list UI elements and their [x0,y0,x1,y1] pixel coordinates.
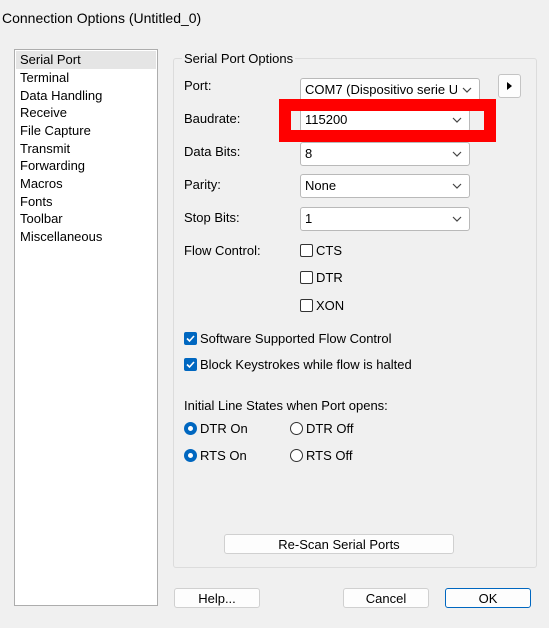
sidebar-item-file-capture[interactable]: File Capture [20,122,91,140]
sidebar-item-toolbar[interactable]: Toolbar [20,210,63,228]
radio-dot[interactable] [184,449,197,462]
sidebar-item-data-handling[interactable]: Data Handling [20,87,102,105]
dtr-label: DTR [316,270,343,285]
stop-bits-value: 1 [305,211,313,226]
checkbox-box[interactable] [184,358,197,371]
stop-bits-label: Stop Bits: [184,210,240,225]
sidebar-item-terminal[interactable]: Terminal [20,69,69,87]
sidebar-item-miscellaneous[interactable]: Miscellaneous [20,228,102,246]
dtr-on-label: DTR On [200,421,248,436]
sidebar-item-receive[interactable]: Receive [20,104,67,122]
help-button[interactable]: Help... [174,588,260,608]
software-flow-label: Software Supported Flow Control [200,331,392,346]
checkbox-box[interactable] [300,299,313,312]
ok-button[interactable]: OK [445,588,531,608]
chevron-down-icon [452,216,462,222]
baudrate-label: Baudrate: [184,111,241,126]
radio-dot[interactable] [290,449,303,462]
rts-off-label: RTS Off [306,448,353,463]
data-bits-value: 8 [305,146,313,161]
checkmark-icon [186,361,195,369]
parity-value: None [305,178,337,193]
radio-dot[interactable] [290,422,303,435]
port-info-button[interactable] [498,74,521,98]
rts-on-label: RTS On [200,448,247,463]
block-keystrokes-label: Block Keystrokes while flow is halted [200,357,412,372]
data-bits-select[interactable]: 8 [300,142,470,166]
checkbox-box[interactable] [184,332,197,345]
chevron-down-icon [452,183,462,189]
initial-line-states-label: Initial Line States when Port opens: [184,398,388,413]
sidebar-item-macros[interactable]: Macros [20,175,63,193]
data-bits-label: Data Bits: [184,144,241,159]
highlight-box [279,99,496,142]
window-title: Connection Options (Untitled_0) [2,10,202,26]
xon-label: XON [316,298,345,313]
parity-label: Parity: [184,177,221,192]
parity-select[interactable]: None [300,174,470,198]
triangle-right-icon [507,82,512,90]
port-label: Port: [184,78,212,93]
port-value: COM7 (Dispositivo serie U [305,82,457,97]
checkbox-box[interactable] [300,271,313,284]
stop-bits-select[interactable]: 1 [300,207,470,231]
chevron-down-icon [452,151,462,157]
sidebar-item-forwarding[interactable]: Forwarding [20,157,85,175]
flow-control-label: Flow Control: [184,243,261,258]
category-list[interactable]: Serial Port Terminal Data Handling Recei… [14,49,158,606]
radio-dot[interactable] [184,422,197,435]
group-title: Serial Port Options [182,51,296,67]
sidebar-item-fonts[interactable]: Fonts [20,193,53,211]
checkbox-box[interactable] [300,244,313,257]
rescan-serial-ports-button[interactable]: Re-Scan Serial Ports [224,534,454,554]
chevron-down-icon [462,87,472,93]
sidebar-item-serial-port[interactable]: Serial Port [16,51,156,69]
checkmark-icon [186,335,195,343]
sidebar-item-transmit[interactable]: Transmit [20,140,70,158]
cancel-button[interactable]: Cancel [343,588,429,608]
dtr-off-label: DTR Off [306,421,354,436]
cts-label: CTS [316,243,342,258]
